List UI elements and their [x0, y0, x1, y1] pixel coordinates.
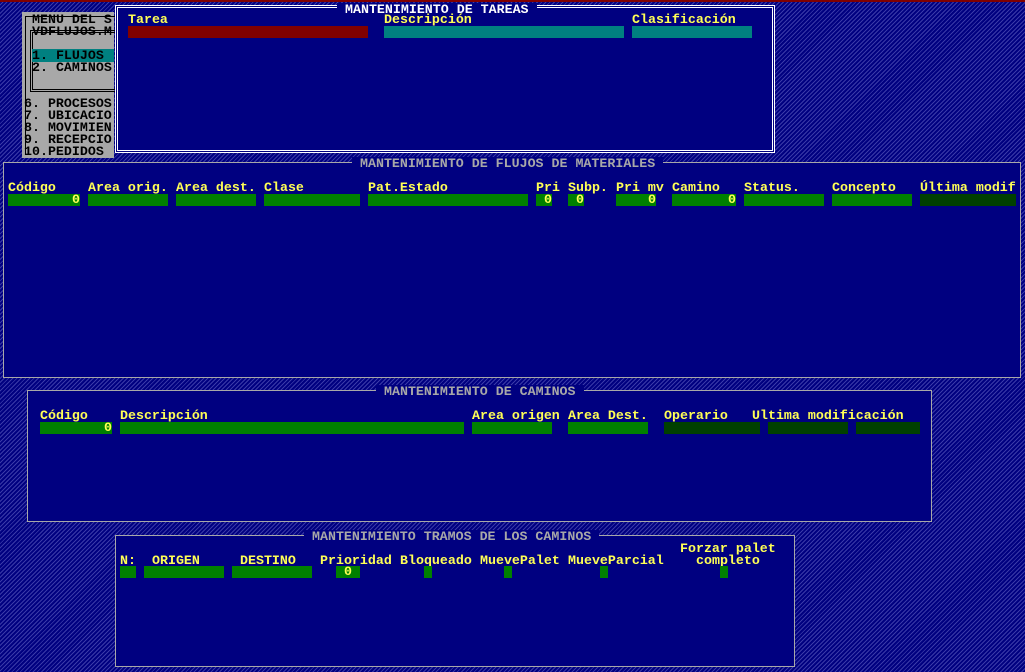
label-ultima-modif: Última modif	[920, 180, 1016, 195]
label-camino: Camino	[672, 180, 720, 195]
bloqueado-field[interactable]	[424, 566, 432, 578]
descripcion-field[interactable]	[120, 422, 464, 434]
menu-item-pedidos[interactable]: 10.PEDIDOS	[24, 145, 104, 158]
mueveparcial-field[interactable]	[600, 566, 608, 578]
tarea-field[interactable]	[128, 26, 368, 38]
caminos-window: MANTENIMIENTO DE CAMINOS Código Descripc…	[27, 385, 932, 522]
camino-field[interactable]: 0	[672, 193, 736, 206]
label-subp: Subp.	[568, 180, 608, 195]
label-muevepalet: MuevePalet	[480, 553, 560, 568]
label-clase: Clase	[264, 180, 304, 195]
concepto-field[interactable]	[832, 194, 912, 206]
area-dest-field[interactable]	[176, 194, 256, 206]
label-area-orig: Area orig.	[88, 180, 168, 195]
clasificacion-field[interactable]	[632, 26, 752, 38]
n-field[interactable]	[120, 566, 136, 578]
pri-mv-field[interactable]: 0	[616, 193, 656, 206]
subp-field[interactable]: 0	[568, 193, 584, 206]
destino-field[interactable]	[232, 566, 312, 578]
operario-field	[664, 422, 760, 434]
label-ultima-modificacion: Ultima modificación	[752, 408, 904, 423]
menu-subtitle: VDFLUJOS.M	[32, 24, 112, 39]
label-pri-mv: Pri mv	[616, 180, 664, 195]
caminos-title: MANTENIMIENTO DE CAMINOS	[376, 385, 584, 398]
label-area-dest: Area dest.	[176, 180, 256, 195]
label-codigo: Código	[40, 408, 88, 423]
label-status: Status.	[744, 180, 800, 195]
forzar-palet-field[interactable]	[720, 566, 728, 578]
label-mueveparcial: MueveParcial	[568, 553, 664, 568]
main-menu: MENU DEL S VDFLUJOS.M 1. FLUJOS 2. CAMIN…	[22, 12, 120, 158]
origen-field[interactable]	[144, 566, 224, 578]
label-bloqueado: Bloqueado	[400, 553, 472, 568]
tramos-title: MANTENIMIENTO TRAMOS DE LOS CAMINOS	[304, 530, 600, 543]
label-operario: Operario	[664, 408, 728, 423]
flujos-window: MANTENIMIENTO DE FLUJOS DE MATERIALES Có…	[3, 157, 1021, 378]
label-descripcion: Descripción	[384, 12, 472, 27]
label-area-dest: Area Dest.	[568, 408, 648, 423]
area-origen-field[interactable]	[472, 422, 552, 434]
codigo-field[interactable]: 0	[40, 421, 112, 434]
flujos-title: MANTENIMIENTO DE FLUJOS DE MATERIALES	[352, 157, 664, 170]
ultima-modif-field	[920, 194, 1016, 206]
label-pat-estado: Pat.Estado	[368, 180, 448, 195]
ultima-modificacion-date-field	[768, 422, 848, 434]
prioridad-field[interactable]: 0	[336, 565, 360, 578]
descripcion-field[interactable]	[384, 26, 624, 38]
clase-field[interactable]	[264, 194, 360, 206]
label-codigo: Código	[8, 180, 56, 195]
label-descripcion: Descripción	[120, 408, 208, 423]
codigo-field[interactable]: 0	[8, 193, 80, 206]
muevepalet-field[interactable]	[504, 566, 512, 578]
tramos-window: MANTENIMIENTO TRAMOS DE LOS CAMINOS N: O…	[115, 530, 795, 667]
area-orig-field[interactable]	[88, 194, 168, 206]
label-tarea: Tarea	[128, 12, 168, 27]
pri-field[interactable]: 0	[536, 193, 552, 206]
label-area-origen: Area origen	[472, 408, 560, 423]
tareas-window: MANTENIMIENTO DE TAREAS Tarea Descripció…	[115, 3, 775, 153]
menu-item-caminos[interactable]: 2. CAMINOS	[32, 61, 112, 74]
label-concepto: Concepto	[832, 180, 896, 195]
ultima-modificacion-time-field	[856, 422, 920, 434]
area-dest-field[interactable]	[568, 422, 648, 434]
status-field[interactable]	[744, 194, 824, 206]
label-clasificacion: Clasificación	[632, 12, 736, 27]
pat-estado-field[interactable]	[368, 194, 528, 206]
